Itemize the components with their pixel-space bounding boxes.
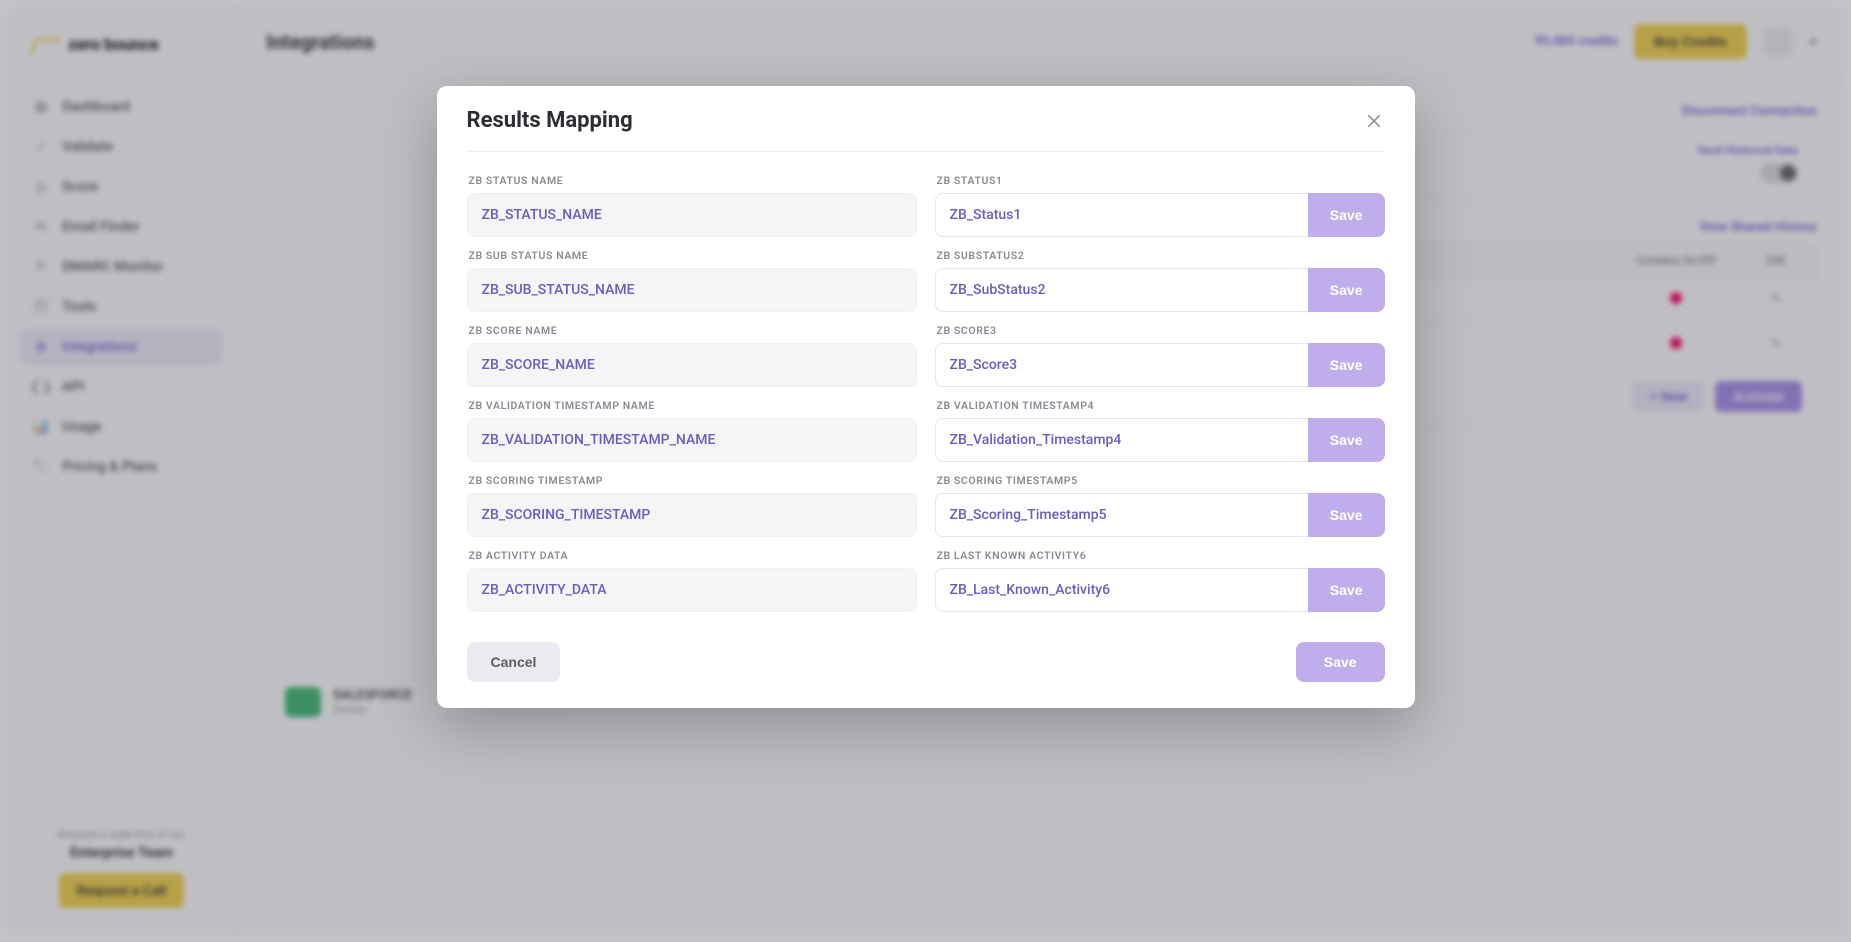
close-icon[interactable]	[1363, 110, 1385, 132]
save-inline-button[interactable]: Save	[1308, 193, 1385, 237]
field-label: ZB SUB STATUS NAME	[467, 243, 917, 268]
field-label: ZB SCORE3	[935, 318, 1385, 343]
mapping-input[interactable]	[935, 343, 1308, 387]
readonly-field: ZB_STATUS_NAME	[467, 193, 917, 237]
save-inline-button[interactable]: Save	[1308, 493, 1385, 537]
field-label: ZB ACTIVITY DATA	[467, 543, 917, 568]
results-mapping-modal: Results Mapping ZB STATUS NAMEZB_STATUS_…	[437, 86, 1415, 708]
save-inline-button[interactable]: Save	[1308, 418, 1385, 462]
mapping-input[interactable]	[935, 193, 1308, 237]
mapping-input[interactable]	[935, 268, 1308, 312]
field-label: ZB VALIDATION TIMESTAMP4	[935, 393, 1385, 418]
readonly-field: ZB_SUB_STATUS_NAME	[467, 268, 917, 312]
field-label: ZB SUBSTATUS2	[935, 243, 1385, 268]
save-inline-button[interactable]: Save	[1308, 343, 1385, 387]
field-label: ZB VALIDATION TIMESTAMP NAME	[467, 393, 917, 418]
readonly-field: ZB_VALIDATION_TIMESTAMP_NAME	[467, 418, 917, 462]
readonly-field: ZB_SCORE_NAME	[467, 343, 917, 387]
save-button[interactable]: Save	[1296, 642, 1385, 682]
cancel-button[interactable]: Cancel	[467, 642, 561, 682]
readonly-field: ZB_SCORING_TIMESTAMP	[467, 493, 917, 537]
mapping-input[interactable]	[935, 418, 1308, 462]
readonly-field: ZB_ACTIVITY_DATA	[467, 568, 917, 612]
modal-overlay[interactable]: Results Mapping ZB STATUS NAMEZB_STATUS_…	[0, 0, 1851, 942]
field-label: ZB SCORING TIMESTAMP5	[935, 468, 1385, 493]
field-label: ZB STATUS NAME	[467, 168, 917, 193]
mapping-input[interactable]	[935, 493, 1308, 537]
save-inline-button[interactable]: Save	[1308, 568, 1385, 612]
mapping-input[interactable]	[935, 568, 1308, 612]
modal-title: Results Mapping	[467, 108, 633, 133]
field-label: ZB LAST KNOWN ACTIVITY6	[935, 543, 1385, 568]
save-inline-button[interactable]: Save	[1308, 268, 1385, 312]
field-label: ZB STATUS1	[935, 168, 1385, 193]
field-label: ZB SCORING TIMESTAMP	[467, 468, 917, 493]
field-label: ZB SCORE NAME	[467, 318, 917, 343]
